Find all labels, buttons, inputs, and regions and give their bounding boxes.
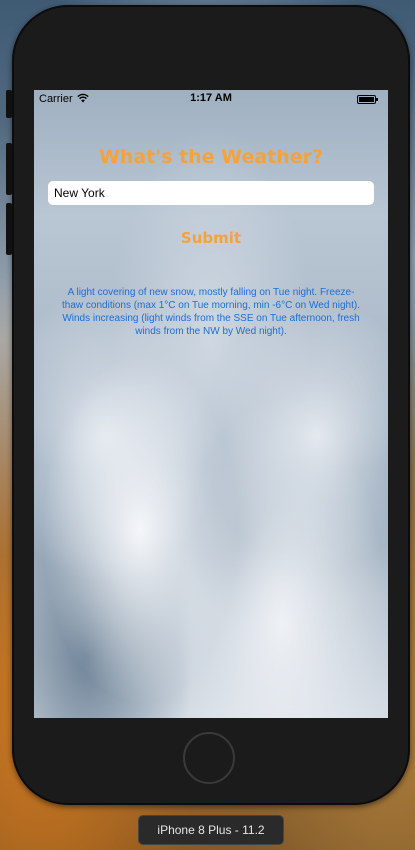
forecast-text: A light covering of new snow, mostly fal… [62,287,360,337]
battery-icon [357,95,378,104]
volume-down-button [6,203,12,255]
volume-up-button [6,143,12,195]
status-bar: Carrier 1:17 AM [34,90,388,108]
mute-switch [6,90,12,118]
status-time: 1:17 AM [190,92,232,104]
home-button[interactable] [183,732,235,784]
device-label: iPhone 8 Plus - 11.2 [138,815,284,845]
app-title: What's the Weather? [98,146,324,168]
city-input[interactable] [48,181,374,205]
app-screen: Carrier 1:17 AM What's the Weather? Subm… [34,90,388,718]
submit-button[interactable]: Submit [34,228,388,248]
